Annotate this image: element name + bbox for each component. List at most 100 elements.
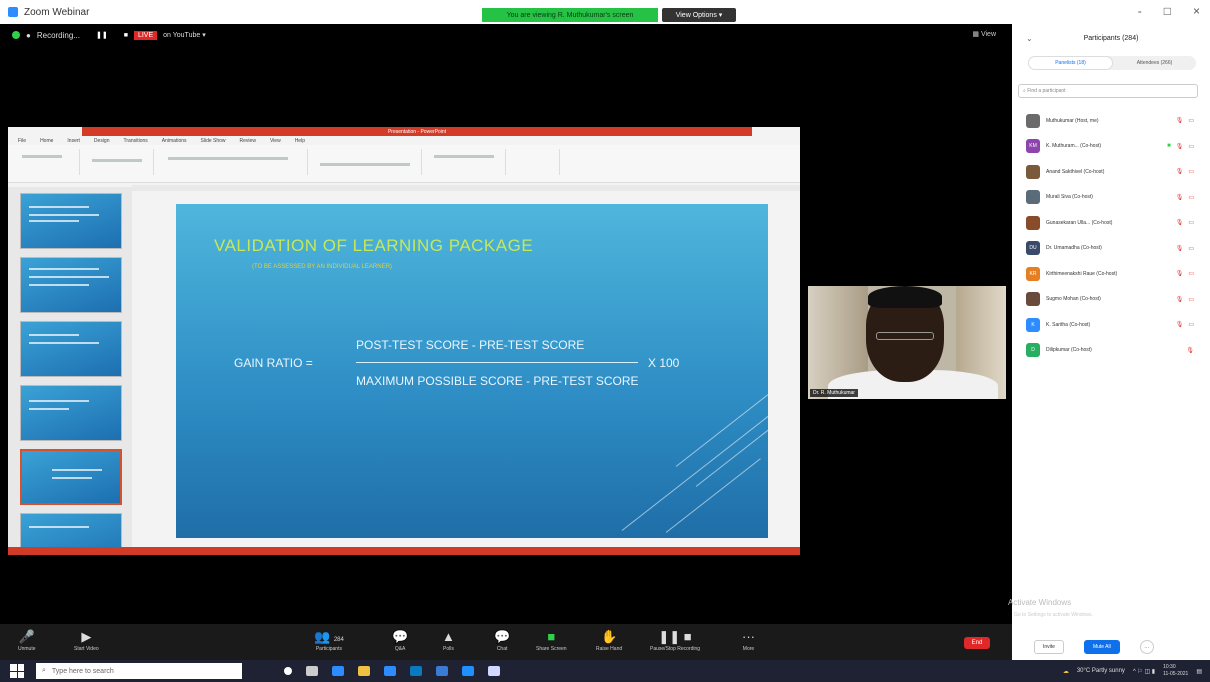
maximize-button[interactable]: □: [1164, 4, 1171, 18]
participants-title: Participants (284): [1083, 34, 1139, 42]
participant-row[interactable]: DU Dr. Umamadha (Co-host) 🎙 ▭: [1022, 236, 1202, 262]
recording-icon: ●: [26, 30, 31, 40]
participant-name: Dilipkumar (Co-host): [1046, 347, 1092, 354]
edge-icon[interactable]: [332, 666, 344, 676]
close-button[interactable]: ×: [1193, 4, 1200, 18]
formula-denominator: MAXIMUM POSSIBLE SCORE - PRE-TEST SCORE: [356, 374, 639, 388]
ribbon-control[interactable]: [22, 155, 62, 158]
slide-thumbnails-pane: [8, 187, 132, 555]
participant-row[interactable]: K K. Saritha (Co-host) 🎙 ▭: [1022, 312, 1202, 338]
participant-row[interactable]: Sugmo Mohan (Co-host) 🎙 ▭: [1022, 287, 1202, 313]
pause-recording-icon[interactable]: ❚❚: [96, 31, 108, 39]
ppt-ruler: [132, 185, 800, 191]
participant-row[interactable]: KR Kirthimeenakshi Raue (Co-host) 🎙 ▭: [1022, 261, 1202, 287]
ribbon-control[interactable]: [168, 157, 288, 160]
stop-recording-icon[interactable]: ■: [124, 32, 128, 39]
ppt-tab[interactable]: Slide Show: [201, 138, 226, 144]
slide-thumbnail[interactable]: [20, 193, 122, 249]
ppt-ribbon-tabs: File Home Insert Design Transitions Anim…: [8, 136, 800, 145]
participant-row[interactable]: Gunasekaran Ulla... (Co-host) 🎙 ▭: [1022, 210, 1202, 236]
raise-hand-icon: ✋: [600, 629, 618, 644]
ppt-tab[interactable]: Design: [94, 138, 110, 144]
muted-mic-icon: 🎙: [1175, 169, 1184, 176]
video-off-icon: ▭: [1188, 271, 1194, 278]
start-video-button[interactable]: ▶ Start Video: [74, 628, 99, 652]
ppt-tab[interactable]: Home: [40, 138, 53, 144]
youtube-stream-button[interactable]: on YouTube ▾: [163, 31, 206, 39]
participant-name: Muthukumar (Host, me): [1046, 117, 1099, 124]
weather-icon: ☁: [1062, 668, 1069, 675]
raise-hand-button[interactable]: ✋ Raise Hand: [596, 628, 622, 652]
participant-row[interactable]: Murali Siva (Co-host) 🎙 ▭: [1022, 185, 1202, 211]
unmute-button[interactable]: 🎤 Unmute: [18, 628, 36, 652]
muted-mic-icon: 🎙: [1175, 296, 1184, 303]
ribbon-control[interactable]: [434, 155, 494, 158]
participant-status-icons: ■ 🎙 ▭: [1167, 143, 1194, 150]
video-icon: ▶: [81, 629, 92, 644]
participants-button[interactable]: 👥 284 Participants: [314, 628, 344, 652]
participant-row[interactable]: KM K. Muthuram... (Co-host) ■ 🎙 ▭: [1022, 134, 1202, 160]
window-controls: - □ ×: [1138, 4, 1200, 18]
share-screen-button[interactable]: ■ Share Screen: [536, 628, 567, 652]
video-name-tag: Dr. R. Muthukumar: [810, 389, 858, 397]
ppt-tab[interactable]: View: [270, 138, 281, 144]
security-shield-icon[interactable]: [12, 31, 20, 39]
participant-row[interactable]: Muthukumar (Host, me) 🎙 ▭: [1022, 108, 1202, 134]
participant-status-icons: 🎙 ▭: [1176, 245, 1194, 252]
qa-button[interactable]: 💬 Q&A: [392, 628, 408, 652]
store-icon[interactable]: [410, 666, 422, 676]
participant-row[interactable]: Anand Sakthivel (Co-host) 🎙 ▭: [1022, 159, 1202, 185]
ppt-tab[interactable]: Animations: [162, 138, 187, 144]
slide-thumbnail[interactable]: [20, 257, 122, 313]
more-button[interactable]: ··· More: [742, 628, 755, 652]
view-options-button[interactable]: View Options ▾: [662, 8, 736, 22]
muted-mic-icon: 🎙: [1175, 118, 1184, 125]
minimize-button[interactable]: -: [1138, 4, 1142, 18]
participant-status-icons: 🎙 ▭: [1176, 117, 1194, 124]
muted-mic-icon: 🎙: [1175, 322, 1184, 329]
windows-start-icon[interactable]: [10, 664, 24, 678]
ppt-tab[interactable]: Help: [295, 138, 305, 144]
task-view-icon[interactable]: [306, 666, 318, 676]
app-icon[interactable]: [488, 666, 500, 676]
notification-icon[interactable]: ▤: [1196, 668, 1202, 675]
ppt-tab[interactable]: File: [18, 138, 26, 144]
app-icon[interactable]: [462, 666, 474, 676]
participant-search-input[interactable]: ⌕ Find a participant: [1018, 84, 1198, 98]
ppt-tab[interactable]: Transitions: [124, 138, 148, 144]
tab-panelists[interactable]: Panelists (18): [1028, 56, 1113, 70]
slide-thumbnail[interactable]: [20, 321, 122, 377]
invite-button[interactable]: Invite: [1034, 640, 1064, 654]
speaker-video-tile[interactable]: Dr. R. Muthukumar: [808, 286, 1006, 399]
clock[interactable]: 10:30 11-05-2021: [1163, 664, 1188, 678]
file-explorer-icon[interactable]: [358, 666, 370, 676]
polls-icon: ▲: [442, 629, 455, 644]
pause-stop-recording-button[interactable]: ❚❚ ■ Pause/Stop Recording: [650, 628, 700, 652]
tab-attendees[interactable]: Attendees (266): [1113, 56, 1196, 70]
slide-thumbnail-active[interactable]: [20, 449, 122, 505]
participant-row[interactable]: D Dilipkumar (Co-host) 🎙: [1022, 338, 1202, 364]
ribbon-control[interactable]: [320, 163, 410, 166]
weather-text[interactable]: 30°C Partly sunny: [1077, 668, 1125, 674]
slide-thumbnail[interactable]: [20, 385, 122, 441]
current-slide: VALIDATION OF LEARNING PACKAGE (TO BE AS…: [176, 204, 768, 538]
tray-icons[interactable]: ^ ⚐ ◫ ▮: [1133, 668, 1155, 675]
taskbar-search-input[interactable]: ⌕ Type here to search: [36, 663, 242, 679]
more-options-button[interactable]: ...: [1139, 640, 1154, 654]
zoom-taskbar-icon[interactable]: [384, 666, 396, 676]
chat-button[interactable]: 💬 Chat: [494, 628, 510, 652]
avatar: D: [1026, 343, 1040, 358]
mute-all-button[interactable]: Mute All: [1083, 640, 1120, 654]
polls-button[interactable]: ▲ Polls: [442, 628, 455, 652]
participant-name: Kirthimeenakshi Raue (Co-host): [1046, 270, 1118, 277]
ppt-tab[interactable]: Insert: [67, 138, 80, 144]
zoom-app-icon: [8, 7, 18, 17]
ppt-tab[interactable]: Review: [240, 138, 256, 144]
video-off-icon: ▭: [1188, 118, 1194, 125]
app-icon[interactable]: [436, 666, 448, 676]
view-button[interactable]: ▦ View: [972, 30, 996, 38]
participant-status-icons: 🎙 ▭: [1176, 168, 1194, 175]
ribbon-control[interactable]: [92, 159, 142, 162]
end-button[interactable]: End: [964, 637, 990, 649]
cortana-icon[interactable]: [284, 667, 292, 675]
